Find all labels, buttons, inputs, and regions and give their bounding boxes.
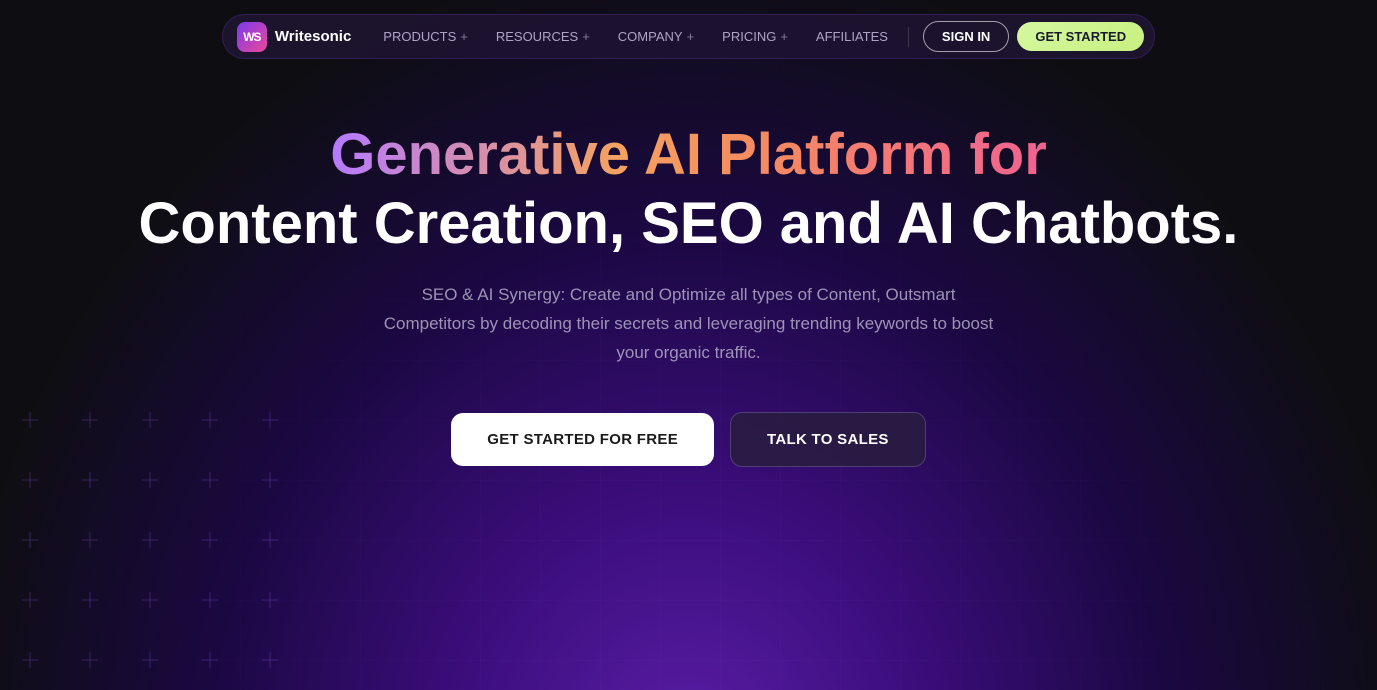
hero-title-line2: Content Creation, SEO and AI Chatbots.	[139, 191, 1239, 258]
nav-item-company[interactable]: COMPANY +	[606, 23, 706, 50]
resources-plus-icon: +	[582, 29, 590, 44]
hero-title-line1: Generative AI Platform for	[330, 123, 1047, 187]
page-wrapper: WS Writesonic PRODUCTS + RESOURCES + COM…	[0, 0, 1377, 690]
logo-area[interactable]: WS Writesonic	[237, 22, 351, 52]
navbar: WS Writesonic PRODUCTS + RESOURCES + COM…	[0, 0, 1377, 73]
get-started-free-button[interactable]: GET STARTED FOR FREE	[451, 413, 714, 466]
signin-button[interactable]: SIGN IN	[923, 21, 1009, 52]
nav-item-products[interactable]: PRODUCTS +	[371, 23, 480, 50]
company-plus-icon: +	[687, 29, 695, 44]
hero-buttons: GET STARTED FOR FREE TALK TO SALES	[451, 412, 925, 467]
navbar-inner: WS Writesonic PRODUCTS + RESOURCES + COM…	[222, 14, 1155, 59]
products-plus-icon: +	[460, 29, 468, 44]
nav-item-resources[interactable]: RESOURCES +	[484, 23, 602, 50]
pricing-plus-icon: +	[780, 29, 788, 44]
talk-to-sales-button[interactable]: TALK TO SALES	[730, 412, 926, 467]
nav-item-pricing[interactable]: PRICING +	[710, 23, 800, 50]
hero-section: Generative AI Platform for Content Creat…	[0, 73, 1377, 467]
nav-divider	[908, 27, 909, 47]
hero-subtitle: SEO & AI Synergy: Create and Optimize al…	[379, 281, 999, 368]
get-started-nav-button[interactable]: GET STARTED	[1017, 22, 1144, 51]
logo-icon: WS	[237, 22, 267, 52]
nav-item-affiliates[interactable]: AFFILIATES	[804, 23, 900, 50]
logo-initials: WS	[243, 30, 260, 44]
brand-name: Writesonic	[275, 28, 351, 45]
